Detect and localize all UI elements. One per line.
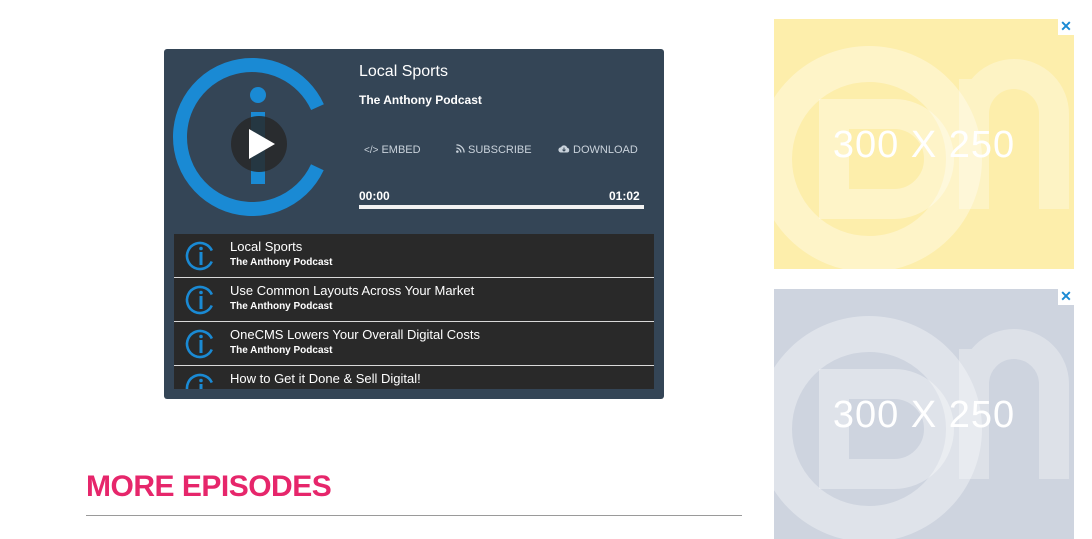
rss-icon (456, 144, 465, 156)
podcast-player: Local Sports The Anthony Podcast </> EMB… (164, 49, 664, 399)
podcast-artwork (172, 57, 332, 217)
embed-button[interactable]: </> EMBED (364, 144, 421, 156)
info-logo-icon (184, 284, 216, 316)
playlist-item-show: The Anthony Podcast (230, 257, 333, 268)
ad-banner[interactable]: 300 X 250 ✕ (774, 19, 1074, 269)
playlist-item[interactable]: Use Common Layouts Across Your Market Th… (174, 278, 654, 322)
show-name: The Anthony Podcast (359, 93, 482, 107)
download-button[interactable]: DOWNLOAD (558, 144, 638, 156)
embed-label: EMBED (381, 144, 421, 156)
playlist-item-show: The Anthony Podcast (230, 301, 333, 312)
playlist-item[interactable]: OneCMS Lowers Your Overall Digital Costs… (174, 322, 654, 366)
playlist-item[interactable]: Local Sports The Anthony Podcast (174, 234, 654, 278)
info-logo-icon (184, 240, 216, 272)
playlist-item-title: Use Common Layouts Across Your Market (230, 283, 475, 298)
playlist-item-title: Local Sports (230, 239, 303, 254)
subscribe-label: SUBSCRIBE (468, 144, 532, 156)
cloud-download-icon (558, 144, 570, 156)
section-divider (86, 515, 742, 516)
info-logo-icon (184, 328, 216, 360)
ad-size-label: 300 X 250 (832, 124, 1016, 166)
play-button[interactable] (231, 116, 287, 172)
player-actions: </> EMBED SUBSCRIBE DOWNLOAD (359, 144, 644, 160)
ad-size-label: 300 X 250 (832, 394, 1016, 436)
playlist-item-show: The Anthony Podcast (230, 345, 333, 356)
duration: 01:02 (609, 189, 640, 203)
ad-close-icon[interactable]: ✕ (1058, 289, 1074, 305)
more-episodes-heading: MORE EPISODES (86, 470, 332, 503)
code-icon: </> (364, 144, 379, 156)
subscribe-button[interactable]: SUBSCRIBE (456, 144, 532, 156)
episode-playlist: Local Sports The Anthony Podcast Use Com… (174, 234, 654, 389)
episode-title: Local Sports (359, 63, 448, 80)
ad-close-icon[interactable]: ✕ (1058, 19, 1074, 35)
playlist-item[interactable]: How to Get it Done & Sell Digital! (174, 366, 654, 389)
progress-bar[interactable] (359, 205, 644, 209)
download-label: DOWNLOAD (573, 144, 638, 156)
info-logo-icon (184, 372, 216, 389)
ad-banner[interactable]: 300 X 250 ✕ (774, 289, 1074, 539)
play-icon (249, 129, 275, 159)
playlist-item-title: How to Get it Done & Sell Digital! (230, 371, 421, 386)
playlist-item-title: OneCMS Lowers Your Overall Digital Costs (230, 327, 480, 342)
current-time: 00:00 (359, 189, 390, 203)
